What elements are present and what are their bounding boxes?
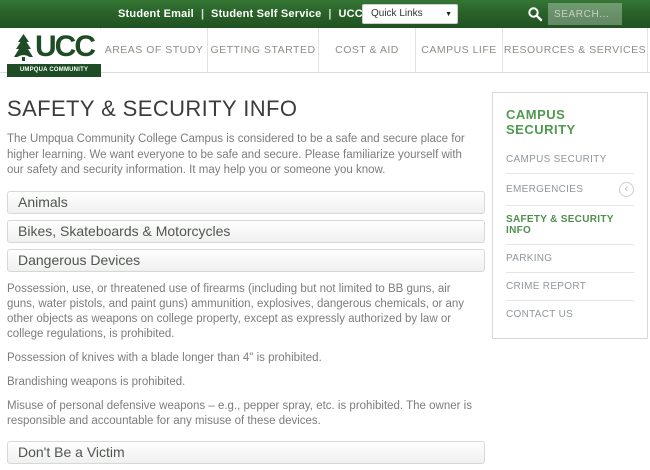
chevron-left-icon[interactable]: ‹ <box>619 182 634 197</box>
sidebar-item-label: CONTACT US <box>506 309 573 320</box>
nav-campus-life[interactable]: CAMPUS LIFE <box>415 28 502 72</box>
quick-links-selected-value: Quick Links <box>371 8 423 19</box>
main-content: SAFETY & SECURITY INFO The Umpqua Commun… <box>7 90 485 470</box>
accordion-animals[interactable]: Animals <box>7 191 485 214</box>
link-separator: | <box>328 8 331 20</box>
sidebar-item-label: PARKING <box>506 253 552 264</box>
intro-paragraph: The Umpqua Community College Campus is c… <box>7 132 477 179</box>
ucc-logo[interactable]: UCC UMPQUA COMMUNITY COLLEGE <box>7 30 101 77</box>
search-icon[interactable] <box>527 6 543 22</box>
accordion-bikes-skateboards-motorcycles[interactable]: Bikes, Skateboards & Motorcycles <box>7 220 485 243</box>
content-paragraph: Possession, use, or threatened use of fi… <box>7 282 477 342</box>
sidebar-item-label: CAMPUS SECURITY <box>506 154 607 165</box>
tree-icon <box>14 34 33 61</box>
nav-areas-of-study[interactable]: AREAS OF STUDY <box>100 28 207 72</box>
logo-acronym: UCC <box>35 32 94 62</box>
student-self-service-link[interactable]: Student Self Service <box>211 8 321 20</box>
nav-getting-started[interactable]: GETTING STARTED <box>207 28 318 72</box>
student-email-link[interactable]: Student Email <box>118 8 194 20</box>
dropdown-arrow-icon: ▼ <box>445 5 452 24</box>
search-input[interactable] <box>548 3 622 25</box>
sidebar-item-crime-report[interactable]: CRIME REPORT <box>506 272 634 300</box>
sidebar-title: CAMPUS SECURITY <box>506 107 634 137</box>
sidebar-item-campus-security[interactable]: CAMPUS SECURITY <box>506 146 634 173</box>
sidebar-item-label: EMERGENCIES <box>506 184 583 195</box>
campus-security-sidebar: CAMPUS SECURITY CAMPUS SECURITY EMERGENC… <box>492 92 648 339</box>
quick-links-select[interactable]: Quick Links ▼ <box>362 4 458 24</box>
nav-cost-and-aid[interactable]: COST & AID <box>318 28 415 72</box>
utility-links: Student Email | Student Self Service | U… <box>118 0 398 28</box>
content-paragraph: Misuse of personal defensive weapons – e… <box>7 399 477 429</box>
content-paragraph: Brandishing weapons is prohibited. <box>7 375 477 390</box>
sidebar-item-safety-security-info[interactable]: SAFETY & SECURITY INFO <box>506 205 634 244</box>
logo-college-name: UMPQUA COMMUNITY COLLEGE <box>7 64 101 77</box>
top-utility-bar: Student Email | Student Self Service | U… <box>0 0 650 28</box>
logo-top: UCC <box>7 30 101 64</box>
dangerous-devices-content: Possession, use, or threatened use of fi… <box>7 282 485 429</box>
accordion-dangerous-devices[interactable]: Dangerous Devices <box>7 249 485 272</box>
content-paragraph: Possession of knives with a blade longer… <box>7 351 477 366</box>
sidebar-item-emergencies[interactable]: EMERGENCIES ‹ <box>506 173 634 205</box>
sidebar-item-parking[interactable]: PARKING <box>506 244 634 272</box>
sidebar-item-contact-us[interactable]: CONTACT US <box>506 300 634 328</box>
nav-resources-services[interactable]: RESOURCES & SERVICES <box>502 28 648 72</box>
sidebar-item-label: CRIME REPORT <box>506 281 586 292</box>
accordion-dont-be-a-victim[interactable]: Don't Be a Victim <box>7 441 485 464</box>
sidebar-item-label: SAFETY & SECURITY INFO <box>506 214 634 236</box>
page-title: SAFETY & SECURITY INFO <box>7 96 485 122</box>
primary-nav: AREAS OF STUDY GETTING STARTED COST & AI… <box>100 28 648 72</box>
link-separator: | <box>201 8 204 20</box>
